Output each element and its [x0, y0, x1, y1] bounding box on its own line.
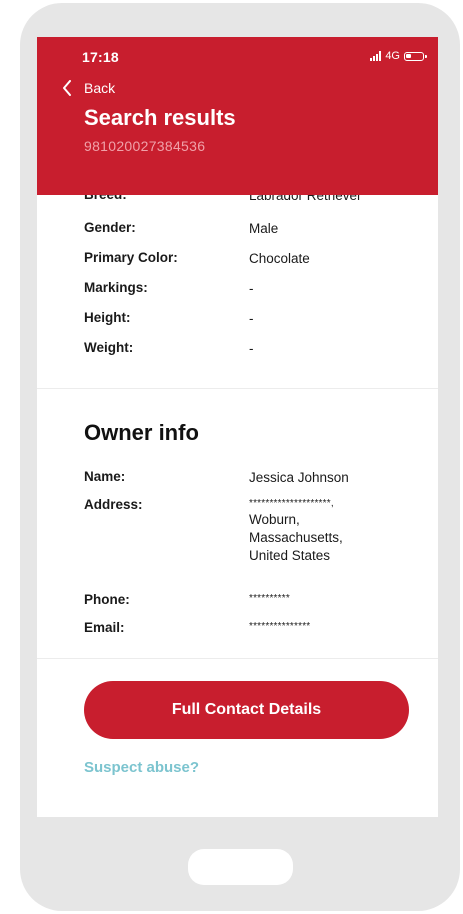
full-contact-details-button[interactable]: Full Contact Details — [84, 681, 409, 739]
section-divider — [37, 658, 438, 659]
detail-value: - — [249, 311, 254, 326]
network-label: 4G — [385, 50, 400, 62]
section-divider — [37, 388, 438, 389]
suspect-abuse-link[interactable]: Suspect abuse? — [84, 759, 199, 776]
owner-label: Address: — [84, 497, 143, 512]
back-label: Back — [84, 80, 116, 96]
detail-value: Male — [249, 221, 279, 236]
app-header: 17:18 4G Back Search results 98102002738… — [37, 37, 438, 195]
microchip-number: 981020027384536 — [84, 138, 206, 154]
detail-value: Chocolate — [249, 251, 310, 266]
owner-label: Email: — [84, 620, 125, 635]
detail-label: Primary Color: — [84, 250, 178, 265]
owner-name-value: Jessica Johnson — [249, 470, 349, 485]
address-line: United States — [249, 547, 331, 563]
detail-label: Markings: — [84, 280, 148, 295]
address-line: ********************, — [249, 498, 334, 509]
owner-address-value: ********************, Woburn, Massachuse… — [249, 497, 409, 565]
status-time: 17:18 — [82, 49, 119, 65]
phone-screen: Breed: Labrador Retriever Gender: Male P… — [37, 37, 438, 817]
address-line: Woburn, — [249, 511, 300, 527]
owner-phone-value: ********** — [249, 593, 290, 604]
home-button[interactable] — [188, 849, 293, 885]
detail-value: - — [249, 281, 254, 296]
back-button[interactable]: Back — [62, 80, 115, 96]
detail-value: - — [249, 341, 254, 356]
detail-label: Weight: — [84, 340, 134, 355]
owner-info-title: Owner info — [84, 420, 199, 445]
owner-label: Phone: — [84, 592, 130, 607]
detail-label: Height: — [84, 310, 131, 325]
status-indicators: 4G — [370, 50, 427, 62]
battery-icon — [404, 51, 427, 61]
owner-email-value: *************** — [249, 621, 311, 632]
owner-label: Name: — [84, 469, 126, 484]
detail-label: Gender: — [84, 220, 136, 235]
address-line: Massachusetts, — [249, 529, 343, 545]
chevron-left-icon — [63, 80, 71, 96]
signal-icon — [370, 51, 382, 61]
page-title: Search results — [84, 105, 236, 130]
